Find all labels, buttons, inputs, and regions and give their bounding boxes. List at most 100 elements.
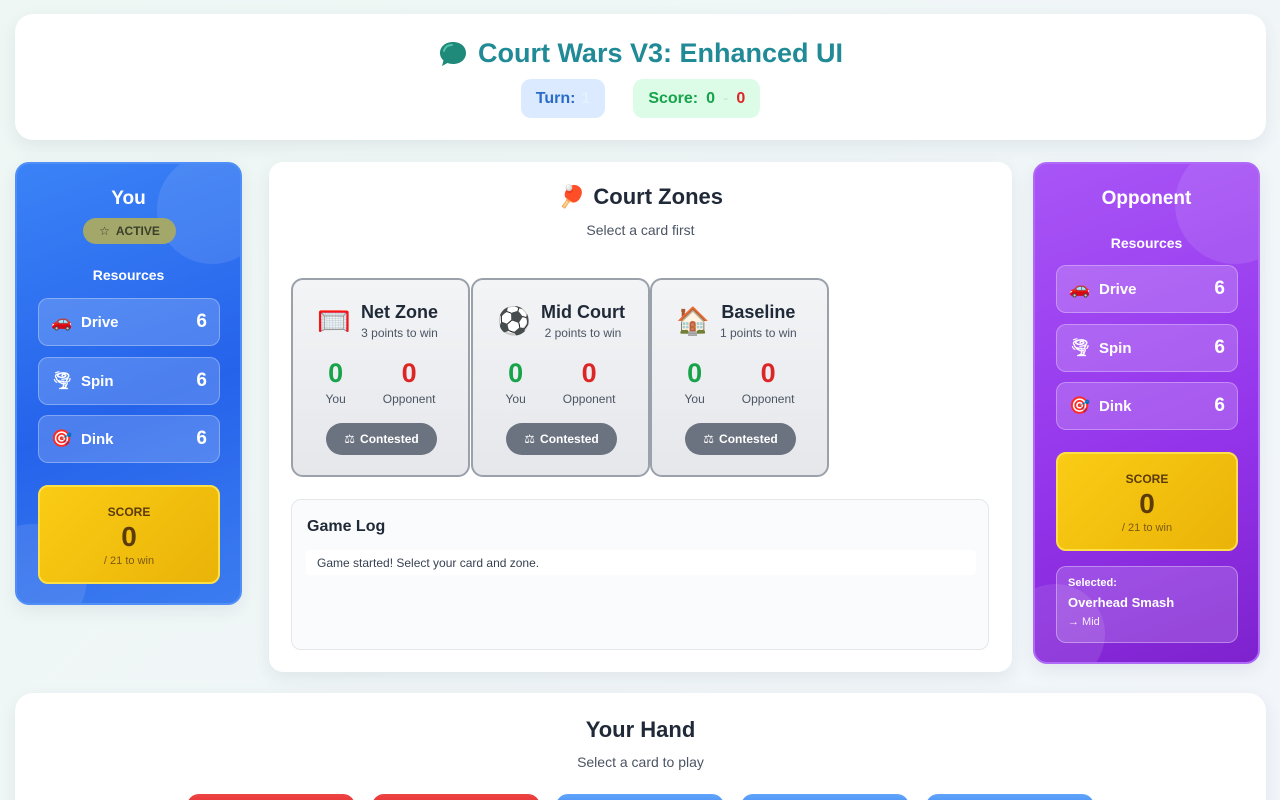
active-badge-label: ACTIVE (115, 224, 160, 238)
target-icon: 🎯 (1069, 396, 1091, 415)
zone-scores: 0 You 0 Opponent (293, 358, 468, 406)
page-title: Court Wars V3: Enhanced UI (15, 38, 1266, 69)
tornado-icon: 🌪 (51, 371, 73, 390)
turn-value: 1 (581, 89, 591, 107)
resource-name: Dink (81, 430, 114, 448)
score-label: Score: (648, 89, 699, 107)
resource-amount: 6 (1214, 395, 1225, 416)
zone-status-badge: ⚖ Contested (685, 423, 796, 455)
scales-icon: ⚖ (703, 432, 715, 446)
score-box-value: 0 (121, 521, 137, 552)
zone-opp-score: 0 (760, 358, 776, 388)
resource-amount: 6 (196, 370, 207, 391)
player-panel: You ☆ ACTIVE Resources 🚗 Drive 6 🌪 Spin … (15, 162, 242, 605)
opponent-panel: Opponent Resources 🚗 Drive 6 🌪 Spin 6 🎯 … (1033, 162, 1260, 664)
score-box-label: SCORE (107, 505, 151, 519)
zone-scores: 0 You 0 Opponent (652, 358, 827, 406)
player-resource-spin[interactable]: 🌪 Spin 6 (38, 357, 220, 405)
zone-name: Mid Court (541, 302, 625, 322)
zone-name: Baseline (721, 302, 796, 322)
selected-card-target: → Mid (1068, 616, 1100, 628)
player-resource-dink[interactable]: 🎯 Dink 6 (38, 415, 220, 463)
zone-opp-label: Opponent (741, 392, 795, 406)
zone-name: Net Zone (361, 302, 439, 322)
zone-status-text: Contested (719, 432, 778, 446)
resource-name: Drive (81, 313, 119, 331)
zone-opp-label: Opponent (382, 392, 436, 406)
selected-card-name: Overhead Smash (1068, 595, 1175, 610)
court-subtitle: Select a card first (586, 222, 695, 238)
zone-opp-score: 0 (581, 358, 597, 388)
hand-card[interactable] (741, 794, 909, 800)
resource-amount: 6 (196, 311, 207, 332)
zone-status-badge: ⚖ Contested (326, 423, 437, 455)
score-indicator: Score: 0 - 0 (633, 79, 761, 118)
house-icon: 🏠 (676, 306, 710, 336)
zone-net[interactable]: 🥅 Net Zone 3 points to win 0 You 0 Opponen… (291, 278, 470, 477)
zone-header: 🥅 Net Zone 3 points to win (317, 302, 458, 340)
zone-you-score: 0 (508, 358, 524, 388)
resource-name: Dink (1099, 397, 1132, 415)
title-text: Court Wars V3: Enhanced UI (477, 38, 844, 68)
scales-icon: ⚖ (524, 432, 536, 446)
player-resources-label: Resources (92, 267, 165, 283)
player-resource-drive[interactable]: 🚗 Drive 6 (38, 298, 220, 346)
decor-bubble (157, 164, 240, 264)
car-icon: 🚗 (1069, 279, 1091, 298)
score-box-target: / 21 to win (1121, 522, 1173, 534)
selected-label: Selected: (1068, 577, 1117, 589)
game-log: Game Log Game started! Select your card … (291, 499, 989, 650)
resource-name: Spin (81, 372, 114, 390)
zone-status-text: Contested (360, 432, 419, 446)
score-opponent: 0 (736, 89, 746, 107)
zone-you-label: You (505, 392, 526, 406)
opponent-resource-dink: 🎯 Dink 6 (1056, 382, 1238, 430)
court-title: 🏓 Court Zones (269, 184, 1012, 210)
log-entry: Game started! Select your card and zone. (306, 550, 976, 575)
player-title: You (111, 188, 146, 209)
court-title-text: Court Zones (593, 184, 723, 209)
star-icon: ☆ (99, 224, 110, 238)
zone-status-text: Contested (540, 432, 599, 446)
stats-row: Turn: 1 Score: 0 - 0 (15, 79, 1266, 118)
opponent-score-box: SCORE 0 / 21 to win (1056, 452, 1238, 551)
zone-opp-label: Opponent (562, 392, 616, 406)
court-panel: 🏓 Court Zones Select a card first 🥅 Net … (269, 162, 1012, 672)
turn-label: Turn: (535, 89, 576, 107)
hand-card[interactable] (372, 794, 540, 800)
speech-bubble-icon (439, 41, 466, 66)
turn-indicator: Turn: 1 (520, 79, 606, 118)
header: Court Wars V3: Enhanced UI Turn: 1 Score… (15, 14, 1266, 140)
score-box-label: SCORE (1125, 472, 1169, 486)
opponent-resource-spin: 🌪 Spin 6 (1056, 324, 1238, 372)
zone-opp-score: 0 (401, 358, 417, 388)
goal-net-icon: 🥅 (317, 306, 351, 336)
car-icon: 🚗 (51, 312, 73, 331)
hand-card[interactable] (187, 794, 355, 800)
score-separator: - (723, 89, 729, 107)
opponent-selected-card: Selected: Overhead Smash → Mid (1056, 566, 1238, 643)
opponent-resources-label: Resources (1110, 235, 1183, 251)
target-icon: 🎯 (51, 429, 73, 448)
zone-baseline[interactable]: 🏠 Baseline 1 points to win 0 You 0 Opponen… (650, 278, 829, 477)
zone-mid[interactable]: ⚽ Mid Court 2 points to win 0 You 0 Oppone… (471, 278, 650, 477)
active-badge: ☆ ACTIVE (83, 218, 176, 244)
game-log-title: Game Log (307, 518, 386, 535)
tornado-icon: 🌪 (1069, 338, 1091, 357)
hand-card[interactable] (556, 794, 724, 800)
zone-points: 1 points to win (720, 326, 797, 340)
zone-status-badge: ⚖ Contested (506, 423, 617, 455)
zone-you-score: 0 (328, 358, 344, 388)
zone-you-label: You (325, 392, 346, 406)
zone-you-score: 0 (687, 358, 703, 388)
hand-subtitle: Select a card to play (577, 754, 704, 770)
score-you: 0 (706, 89, 716, 107)
zone-you-label: You (684, 392, 705, 406)
opponent-resource-drive: 🚗 Drive 6 (1056, 265, 1238, 313)
resource-name: Spin (1099, 339, 1132, 357)
scales-icon: ⚖ (344, 432, 356, 446)
soccer-ball-icon: ⚽ (497, 306, 531, 336)
hand-title: Your Hand (585, 717, 696, 742)
hand-card[interactable] (926, 794, 1094, 800)
zone-points: 3 points to win (361, 326, 438, 340)
